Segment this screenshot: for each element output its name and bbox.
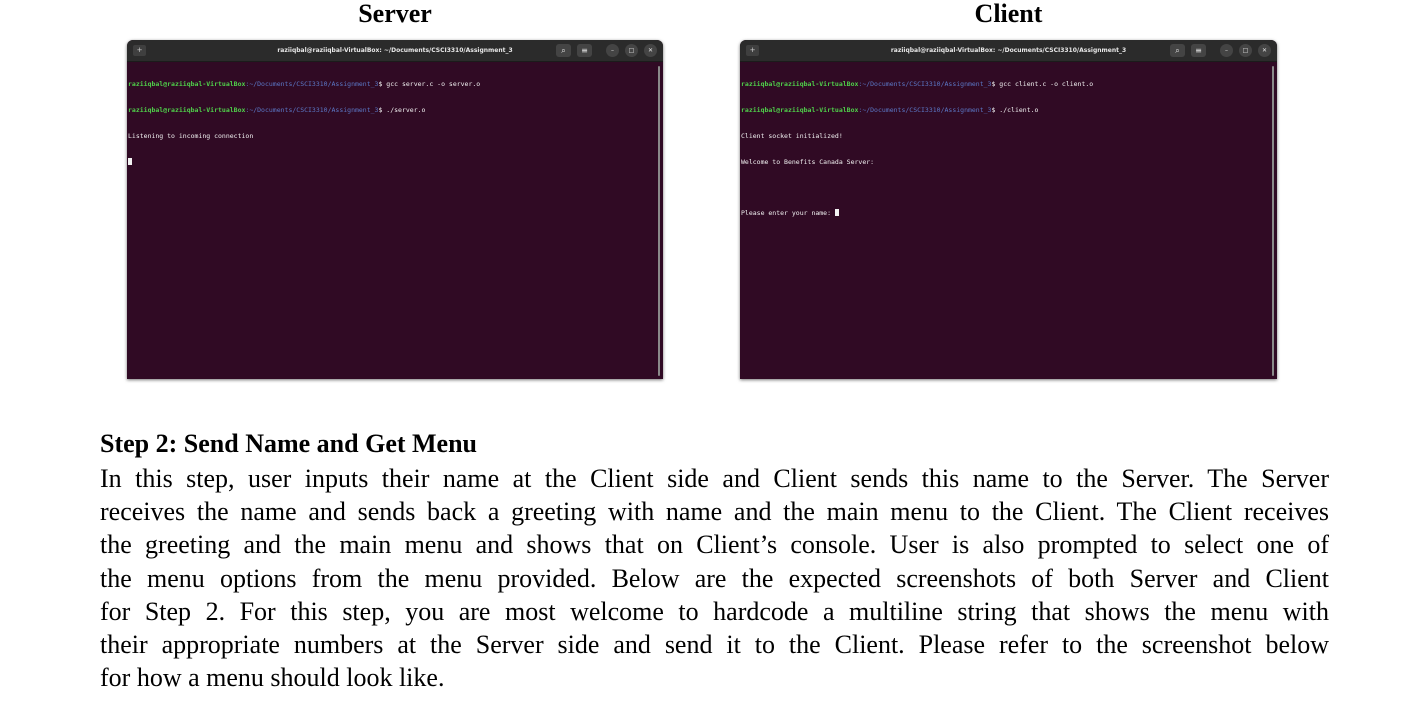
terminal-cursor <box>128 157 132 165</box>
hamburger-menu-icon[interactable]: ≡ <box>1191 44 1206 57</box>
close-icon[interactable]: ✕ <box>1258 44 1271 57</box>
search-icon[interactable]: ⌕ <box>1170 44 1185 57</box>
terminal-output-line: Listening to incoming connection <box>128 131 254 140</box>
minimize-icon[interactable]: – <box>1220 44 1233 57</box>
terminal-command-line: raziiqbal@raziiqbal-VirtualBox:~/Documen… <box>741 106 1271 115</box>
server-terminal-output[interactable]: raziiqbal@raziiqbal-VirtualBox:~/Documen… <box>128 63 657 183</box>
prompt-path: :~/Documents/CSCI3310/Assignment_3 <box>858 105 992 114</box>
search-icon[interactable]: ⌕ <box>556 44 571 57</box>
prompt-user: raziiqbal@raziiqbal-VirtualBox <box>741 80 859 89</box>
server-figure-title: Server <box>358 0 432 28</box>
name-prompt-text: Please enter your name: <box>741 209 835 218</box>
prompt-user: raziiqbal@raziiqbal-VirtualBox <box>128 105 246 114</box>
step-heading: Step 2: Send Name and Get Menu <box>100 429 478 458</box>
maximize-icon[interactable]: □ <box>625 44 638 57</box>
command-text: $ ./client.o <box>991 105 1039 114</box>
hamburger-menu-icon[interactable]: ≡ <box>577 44 592 57</box>
prompt-user: raziiqbal@raziiqbal-VirtualBox <box>741 105 859 114</box>
minimize-icon[interactable]: – <box>606 44 619 57</box>
prompt-path: :~/Documents/CSCI3310/Assignment_3 <box>858 80 992 89</box>
server-terminal-scrollbar[interactable] <box>658 66 660 376</box>
prompt-path: :~/Documents/CSCI3310/Assignment_3 <box>245 105 379 114</box>
paragraph-line: receives the name and sends back a greet… <box>100 497 1329 527</box>
terminal-command-line: raziiqbal@raziiqbal-VirtualBox:~/Documen… <box>128 106 657 115</box>
prompt-user: raziiqbal@raziiqbal-VirtualBox <box>128 80 246 89</box>
client-terminal-output[interactable]: raziiqbal@raziiqbal-VirtualBox:~/Documen… <box>741 63 1271 235</box>
paragraph-line: for Step 2. For this step, you are most … <box>100 596 1329 626</box>
command-text: $ ./server.o <box>378 105 426 114</box>
terminal-command-line: raziiqbal@raziiqbal-VirtualBox:~/Documen… <box>128 80 657 89</box>
terminal-output-line: Welcome to Benefits Canada Server: <box>741 157 875 166</box>
paragraph-line: the greeting and the main menu and shows… <box>100 530 1329 560</box>
terminal-cursor-line <box>128 157 657 167</box>
server-terminal-window[interactable]: + raziiqbal@raziiqbal-VirtualBox: ~/Docu… <box>127 40 663 379</box>
paragraph-line: In this step, user inputs their name at … <box>100 464 1329 493</box>
command-text: $ gcc client.c -o client.o <box>991 80 1094 89</box>
command-text: $ gcc server.c -o server.o <box>378 80 481 89</box>
client-figure-title: Client <box>974 0 1043 28</box>
paragraph-line: their appropriate numbers at the Server … <box>100 630 1329 660</box>
terminal-command-line: raziiqbal@raziiqbal-VirtualBox:~/Documen… <box>741 80 1271 89</box>
maximize-icon[interactable]: □ <box>1239 44 1252 57</box>
paragraph-line: for how a menu should look like. <box>100 663 445 693</box>
close-icon[interactable]: ✕ <box>644 44 657 57</box>
step-paragraph: In this step, user inputs their name at … <box>100 462 1329 694</box>
server-terminal-titlebar[interactable]: + raziiqbal@raziiqbal-VirtualBox: ~/Docu… <box>127 40 663 62</box>
client-terminal-scrollbar[interactable] <box>1272 66 1274 376</box>
paragraph-line: the menu options from the menu provided.… <box>100 563 1329 593</box>
client-terminal-titlebar[interactable]: + raziiqbal@raziiqbal-VirtualBox: ~/Docu… <box>740 40 1277 62</box>
terminal-output-line: Client socket initialized! <box>741 131 843 140</box>
prompt-path: :~/Documents/CSCI3310/Assignment_3 <box>245 80 379 89</box>
name-prompt-line[interactable]: Please enter your name: <box>741 209 1271 218</box>
terminal-cursor <box>834 209 839 217</box>
client-terminal-window[interactable]: + raziiqbal@raziiqbal-VirtualBox: ~/Docu… <box>740 40 1277 379</box>
